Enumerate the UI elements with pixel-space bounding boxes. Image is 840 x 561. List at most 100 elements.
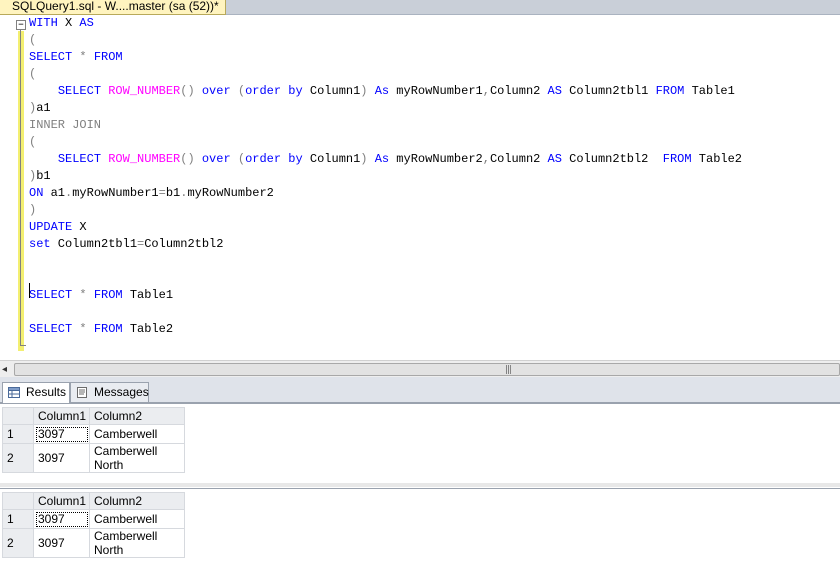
code-token: SELECT [57,84,102,98]
code-token: * [79,322,87,336]
code-token: Table1 [684,84,735,98]
row-header[interactable]: 2 [2,528,34,558]
column-header-column1[interactable]: Column1 [33,407,90,425]
tab-messages[interactable]: Messages [70,382,149,402]
messages-icon [77,387,87,398]
code-token: a1 [36,101,51,115]
document-tab-sqlquery1[interactable]: SQLQuery1.sql - W....master (sa (52))* [0,0,226,15]
code-token: ROW_NUMBER [108,152,181,166]
code-line: WITH X AS [29,15,742,32]
tab-messages-label: Messages [94,385,149,399]
code-line: INNER JOIN [29,117,742,134]
code-line: SELECT * FROM [29,49,742,66]
scrollbar-thumb[interactable]: ||| [14,363,840,376]
code-token: FROM [93,50,123,64]
table-row: 2 3097 Camberwell North [2,528,185,558]
code-token: set [29,237,51,251]
grid-pane-splitter[interactable] [0,483,840,487]
code-token: ( [237,152,246,166]
table-cell[interactable]: 3097 [33,528,90,558]
code-token: Column2 [489,84,548,98]
table-cell[interactable]: Camberwell [89,424,185,444]
row-header[interactable]: 2 [2,443,34,473]
code-line: ON a1.myRowNumber1=b1.myRowNumber2 [29,185,742,202]
code-token: myRowNumber2 [187,186,274,200]
code-token: b1 [36,169,51,183]
corner-header[interactable] [2,492,34,510]
scroll-left-arrow-icon[interactable]: ◂ [2,364,7,375]
code-token: b1 [165,186,181,200]
code-token: myRowNumber1 [72,186,159,200]
editor-horizontal-scrollbar[interactable]: ◂ ||| [0,360,840,377]
code-token: ) [360,84,368,98]
row-header[interactable]: 1 [2,509,34,529]
code-line: SELECT * FROM Table1 [29,287,742,304]
code-token: over [201,152,231,166]
result-grid-2: Column1 Column2 1 3097 Camberwell 2 3097… [0,488,840,561]
table-cell[interactable]: 3097 [33,443,90,473]
results-table-1: Column1 Column2 1 3097 Camberwell 2 3097… [2,407,185,473]
column-header-column1[interactable]: Column1 [33,492,90,510]
table-cell[interactable]: Camberwell North [89,528,185,558]
table-row: 1 3097 Camberwell [2,509,185,529]
code-token: AS [547,84,562,98]
tab-results[interactable]: Results [2,382,70,403]
code-token: SELECT [57,152,102,166]
code-line: ( [29,32,742,49]
row-header[interactable]: 1 [2,424,34,444]
code-token: Column2tbl2 [144,237,224,251]
code-token: FROM [93,288,123,302]
column-header-column2[interactable]: Column2 [89,492,185,510]
table-cell[interactable]: Camberwell [89,509,185,529]
code-token: = [158,186,166,200]
code-token: myRowNumber2 [389,152,483,166]
code-text: WITH X AS(SELECT * FROM( SELECT ROW_NUMB… [29,15,742,338]
code-token: Column2tbl2 [561,152,663,166]
code-token: Table2 [691,152,743,166]
outline-fold-line [20,30,21,346]
code-line: )a1 [29,100,742,117]
table-cell[interactable]: 3097 [33,509,90,529]
code-token: over [201,84,231,98]
code-token: () [180,152,195,166]
header-row: Column1 Column2 [2,407,185,425]
code-line: )b1 [29,168,742,185]
code-token: INNER JOIN [29,118,102,132]
code-token: UPDATE [29,220,73,234]
code-token: a1 [43,186,66,200]
code-token: Column2tbl1 [561,84,656,98]
table-cell[interactable]: 3097 [33,424,90,444]
code-token: ON [29,186,44,200]
code-token: Table2 [122,322,174,336]
collapse-region-icon[interactable]: − [16,20,26,30]
corner-header[interactable] [2,407,34,425]
table-cell[interactable]: Camberwell North [89,443,185,473]
code-token: SELECT [29,288,73,302]
code-token: ) [29,203,37,217]
results-table-2: Column1 Column2 1 3097 Camberwell 2 3097… [2,492,185,558]
grid-icon [8,387,20,398]
code-token: As [374,152,390,166]
result-grid-1: Column1 Column2 1 3097 Camberwell 2 3097… [0,403,840,483]
code-token: * [79,288,87,302]
code-token: order by [245,152,303,166]
code-line: set Column2tbl1=Column2tbl2 [29,236,742,253]
code-token: Table1 [122,288,174,302]
code-token: () [180,84,195,98]
code-token: ( [29,135,37,149]
column-header-column2[interactable]: Column2 [89,407,185,425]
code-token: X [72,220,87,234]
code-token: SELECT [29,322,73,336]
code-token: ( [29,33,37,47]
query-editor[interactable]: − WITH X AS(SELECT * FROM( SELECT ROW_NU… [0,15,840,360]
code-token: SELECT [29,50,73,64]
code-token: ( [237,84,246,98]
code-line: SELECT ROW_NUMBER() over (order by Colum… [29,83,742,100]
